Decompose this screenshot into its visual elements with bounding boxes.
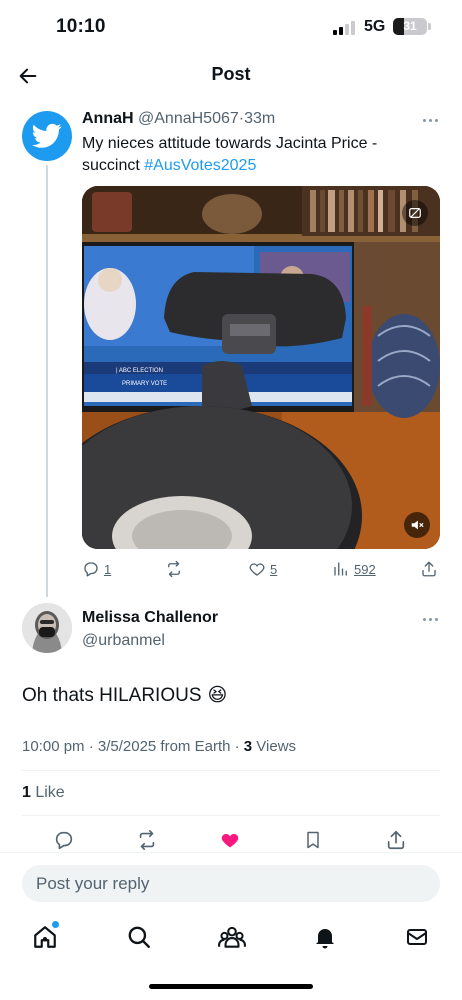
reply-icon (84, 562, 98, 577)
avatar[interactable] (22, 111, 72, 161)
bell-icon (316, 929, 334, 949)
heart-icon (249, 563, 265, 576)
views-count[interactable]: 592 (354, 562, 376, 577)
like-button[interactable] (218, 828, 242, 852)
tweet-actions: 1 5 592 (82, 558, 440, 580)
tweet-header: AnnaH @AnnaH5067·33m (82, 110, 275, 128)
laughing-emoji: 😆 (207, 685, 228, 706)
reply-text: Oh thats HILARIOUS 😆 (22, 684, 227, 707)
divider (22, 770, 440, 771)
tab-messages[interactable] (402, 922, 432, 952)
repost-icon (168, 560, 180, 578)
like-count[interactable]: 5 (270, 562, 277, 577)
post-timestamp[interactable]: 10:00 pm · 3/5/2025 from Earth · (22, 738, 244, 755)
bookmark-icon (307, 831, 319, 849)
tweet-video[interactable]: | ABC ELECTION PRIMARY VOTE (82, 186, 440, 549)
tab-communities[interactable] (217, 922, 247, 952)
battery-level: 31 (403, 19, 417, 33)
tab-notifications[interactable] (310, 922, 340, 952)
author-handle[interactable]: @AnnaH5067 (138, 110, 239, 127)
reply-count[interactable]: 1 (104, 562, 111, 577)
reply-icon (55, 831, 73, 850)
heart-icon (221, 833, 239, 848)
repost-button[interactable] (164, 558, 184, 580)
bookmark-button[interactable] (301, 828, 325, 852)
status-bar: 10:10 5G 31 (0, 0, 462, 56)
analytics-icon (334, 562, 347, 576)
bird-icon (32, 123, 62, 148)
hashtag-link[interactable]: #AusVotes2025 (144, 157, 256, 174)
post-actions (0, 826, 462, 854)
avatar[interactable] (22, 603, 72, 653)
share-button[interactable] (420, 558, 438, 580)
reply-composer (0, 852, 462, 912)
network-type: 5G (364, 18, 386, 35)
reply-author-handle[interactable]: @urbanmel (82, 632, 165, 650)
mail-icon (407, 929, 427, 945)
unread-dot (52, 921, 59, 928)
battery-tip (428, 23, 431, 30)
likes-total: 1 (22, 784, 31, 801)
media-tag-button[interactable] (402, 200, 428, 226)
thread-connector (46, 165, 48, 597)
repost-button[interactable] (135, 828, 159, 852)
reply-text-body: Oh thats HILARIOUS (22, 684, 202, 706)
likes-label: Like (30, 784, 65, 801)
page-title: Post (211, 64, 251, 84)
author-name[interactable]: AnnaH (82, 110, 134, 127)
post-meta: 10:00 pm · 3/5/2025 from Earth · 3 Views (22, 738, 296, 755)
video-frame: | ABC ELECTION PRIMARY VOTE (82, 186, 440, 549)
mute-button[interactable] (404, 512, 430, 538)
reply-author-name[interactable]: Melissa Challenor (82, 609, 218, 627)
reply-button[interactable]: 1 (82, 558, 111, 580)
search-icon (128, 926, 150, 948)
nav-header: Post (0, 56, 462, 96)
signal-icon (333, 21, 355, 35)
home-indicator (149, 984, 313, 989)
battery-icon: 31 (393, 18, 427, 35)
repost-icon (139, 830, 155, 850)
share-icon (387, 830, 405, 850)
likes-summary[interactable]: 1 Like (22, 784, 65, 802)
views-label: Views (252, 738, 297, 755)
communities-icon (218, 926, 246, 948)
share-button[interactable] (384, 828, 408, 852)
like-button[interactable]: 5 (248, 558, 277, 580)
profile-photo (22, 603, 72, 653)
tv-overlay-text: | ABC ELECTION (116, 368, 163, 374)
views-button[interactable]: 592 (332, 558, 376, 580)
divider (22, 815, 440, 816)
views-total: 3 (243, 738, 253, 755)
tv-overlay-text-2: PRIMARY VOTE (122, 381, 167, 387)
more-icon[interactable] (418, 114, 442, 126)
reply-input[interactable] (22, 865, 440, 902)
share-icon (422, 561, 436, 577)
status-time: 10:10 (56, 16, 106, 37)
post-time[interactable]: 33m (244, 110, 275, 127)
mute-icon (411, 520, 424, 530)
reply-button[interactable] (52, 828, 76, 852)
media-tag-icon (409, 208, 421, 218)
bottom-tab-bar (0, 912, 462, 962)
more-icon[interactable] (418, 613, 442, 625)
tab-search[interactable] (124, 922, 154, 952)
tweet-text: My nieces attitude towards Jacinta Price… (82, 133, 432, 177)
